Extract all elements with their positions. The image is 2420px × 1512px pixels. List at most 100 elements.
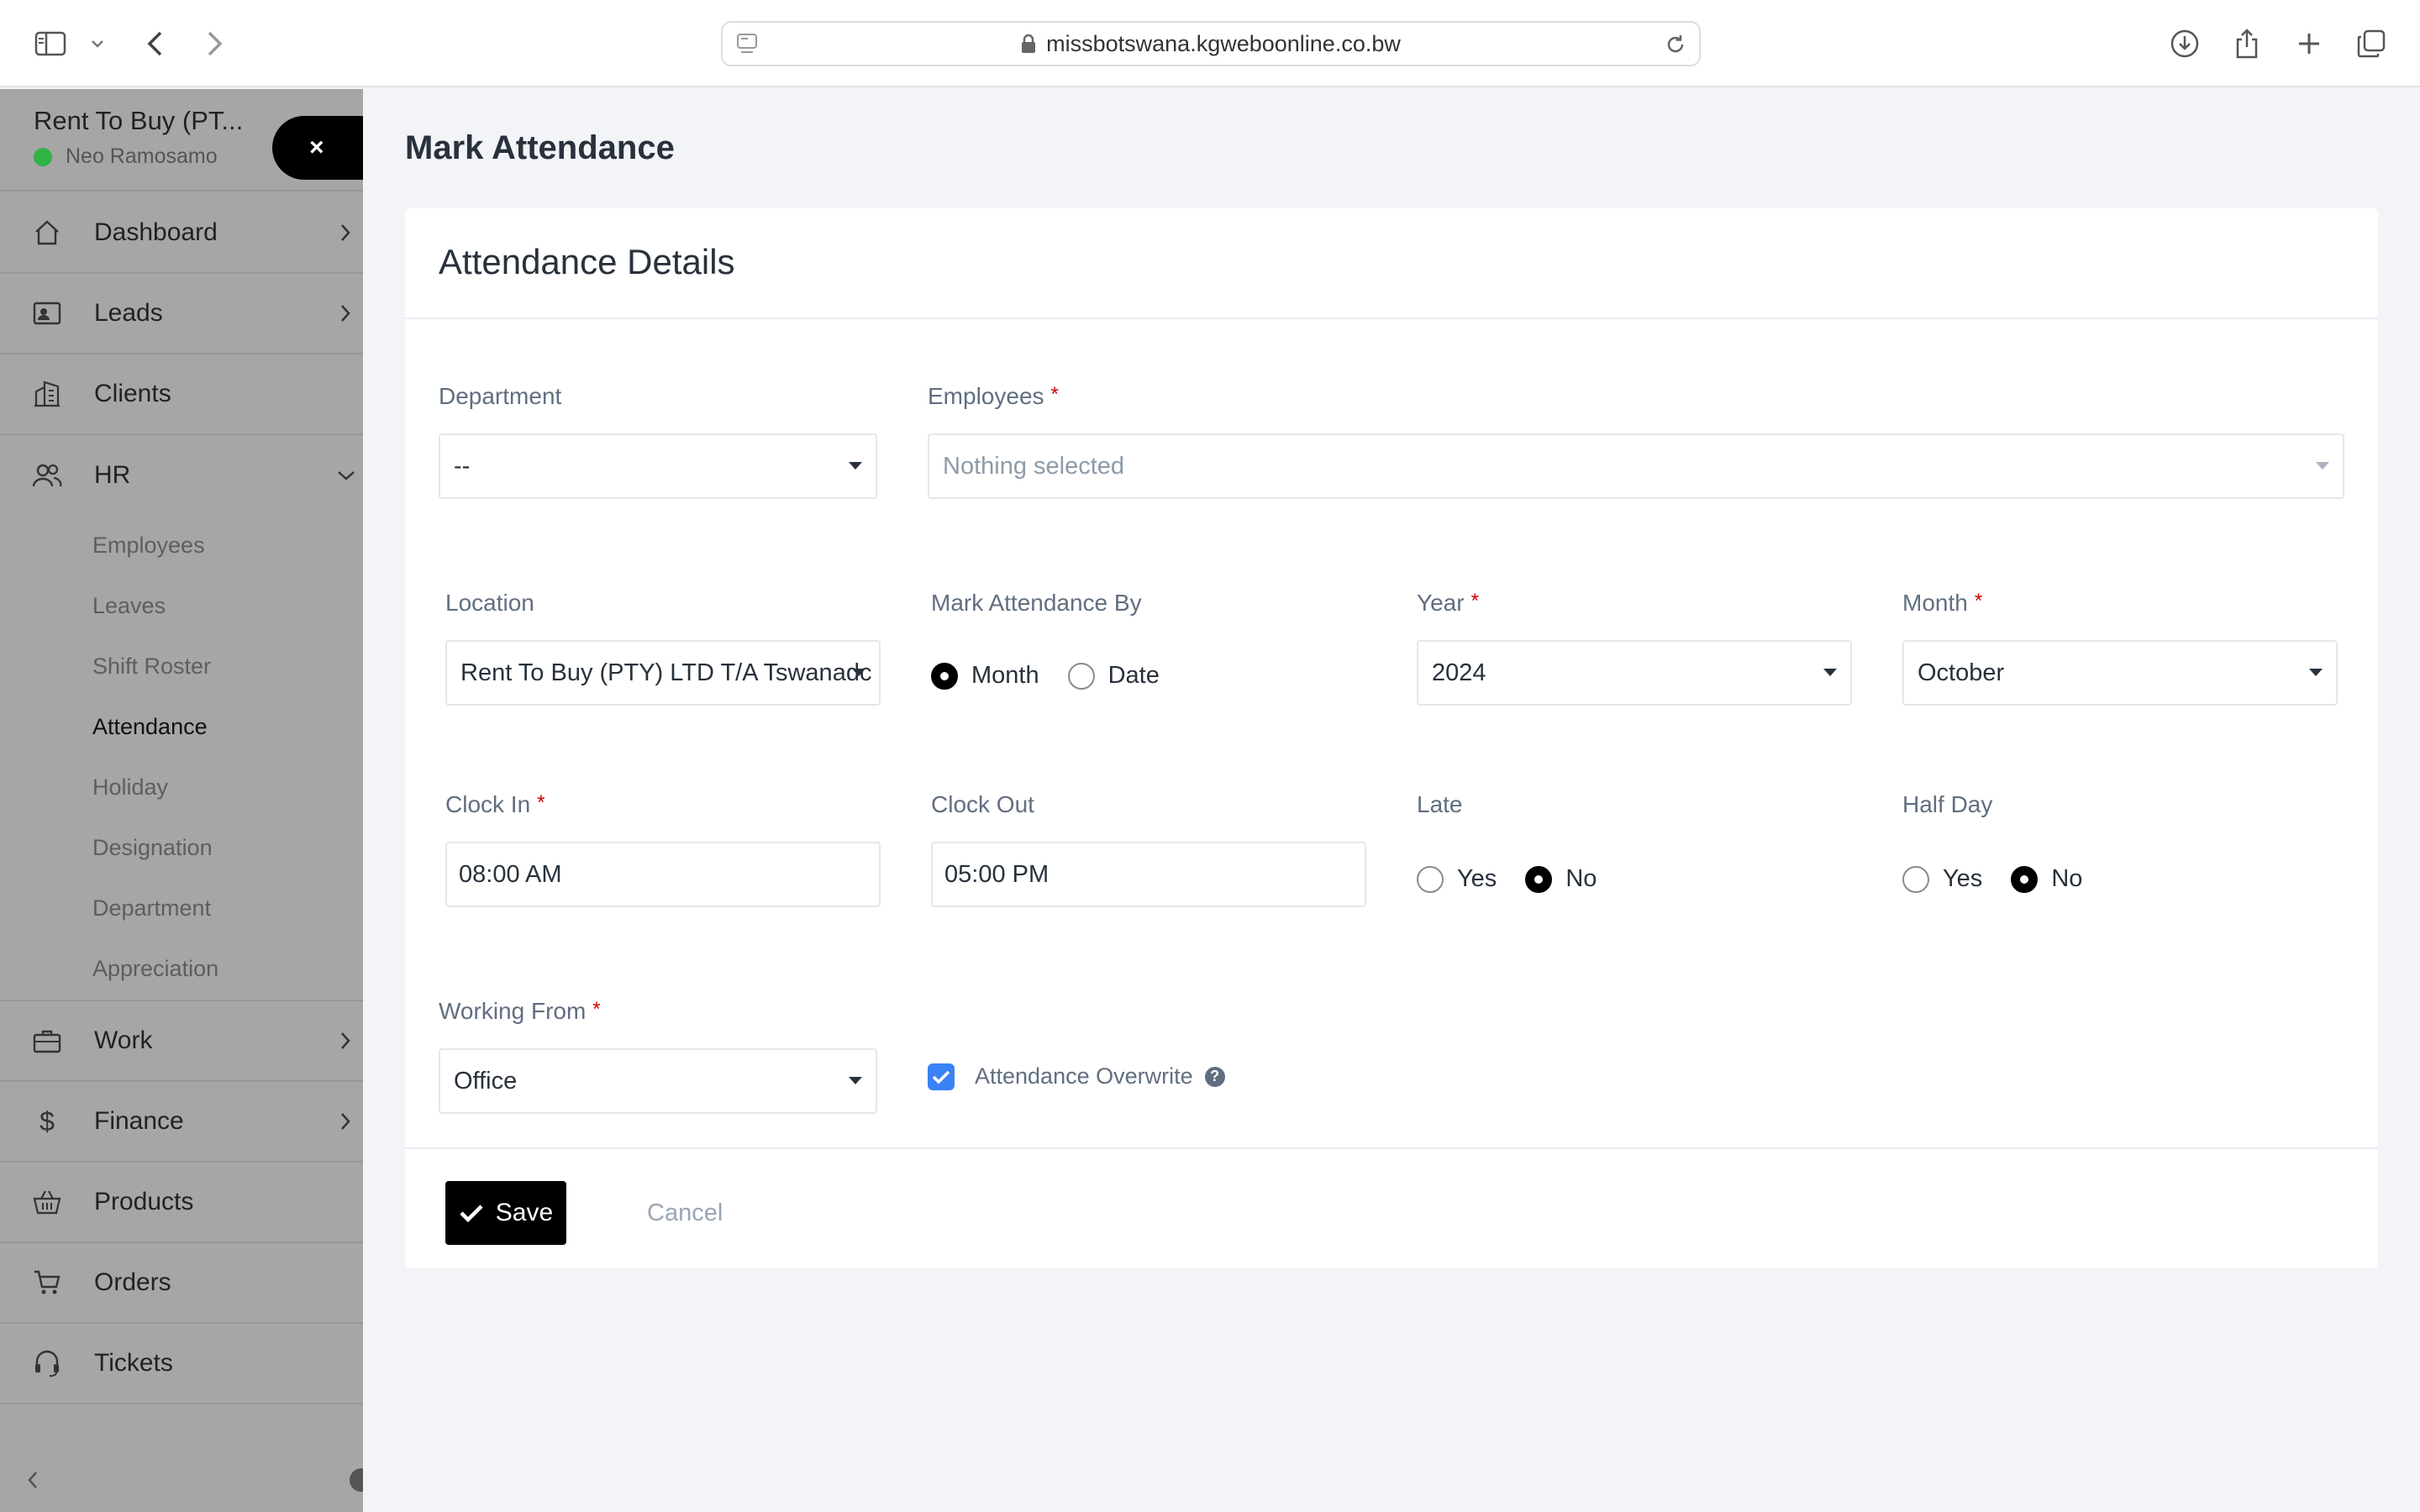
employees-select[interactable]: Nothing selected bbox=[928, 433, 2344, 499]
late-yes-radio[interactable]: Yes bbox=[1417, 865, 1497, 893]
chevron-right-icon bbox=[339, 303, 351, 323]
main-content: Mark Attendance Attendance Details Depar… bbox=[363, 89, 2420, 1512]
chevron-right-icon bbox=[339, 223, 351, 243]
half-day-radios: Yes No bbox=[1902, 865, 2111, 893]
chevron-down-icon[interactable] bbox=[79, 25, 116, 62]
new-tab-icon[interactable] bbox=[2291, 25, 2328, 62]
month-label: Month * bbox=[1902, 590, 1983, 616]
sidebar-item-label: Dashboard bbox=[94, 218, 218, 246]
half-day-yes-radio[interactable]: Yes bbox=[1902, 865, 1982, 893]
basket-icon bbox=[32, 1187, 62, 1217]
reload-icon[interactable] bbox=[1664, 33, 1687, 62]
sidebar-item-tickets[interactable]: Tickets bbox=[0, 1324, 363, 1404]
sidebar-item-label: HR bbox=[94, 461, 131, 489]
caret-down-icon bbox=[1823, 669, 1837, 676]
sidebar-item-clients[interactable]: Clients bbox=[0, 354, 363, 435]
collapse-sidebar-icon[interactable] bbox=[27, 1470, 39, 1490]
location-select[interactable]: Rent To Buy (PTY) LTD T/A Tswanadc bbox=[445, 640, 881, 706]
sidebar-item-label: Leads bbox=[94, 299, 163, 327]
id-card-icon bbox=[32, 298, 62, 328]
sidebar: Rent To Buy (PT... Neo Ramosamo × Dashbo… bbox=[0, 89, 373, 1512]
mark-attendance-by-radios: Month Date bbox=[931, 662, 1188, 690]
card-title: Attendance Details bbox=[439, 242, 735, 281]
forward-icon[interactable] bbox=[197, 25, 234, 62]
employees-label: Employees * bbox=[928, 383, 1059, 409]
sidebar-sub-employees[interactable]: Employees bbox=[92, 533, 205, 559]
headset-icon bbox=[32, 1348, 62, 1378]
share-icon[interactable] bbox=[2228, 25, 2265, 62]
divider bbox=[405, 1147, 2378, 1149]
half-day-label: Half Day bbox=[1902, 791, 1993, 817]
caret-down-icon bbox=[849, 1077, 862, 1084]
cart-icon bbox=[32, 1268, 62, 1298]
mark-by-date-radio[interactable]: Date bbox=[1067, 662, 1160, 690]
sidebar-sub-leaves[interactable]: Leaves bbox=[92, 593, 166, 619]
check-icon bbox=[460, 1205, 483, 1223]
sidebar-item-label: Tickets bbox=[94, 1349, 173, 1377]
sidebar-item-hr[interactable]: HR bbox=[0, 435, 363, 516]
mark-by-month-radio[interactable]: Month bbox=[931, 662, 1039, 690]
attendance-form-card: Attendance Details Department -- Employe… bbox=[405, 208, 2378, 1268]
working-from-label: Working From * bbox=[439, 998, 601, 1024]
page-icon bbox=[736, 33, 758, 62]
sidebar-item-work[interactable]: Work bbox=[0, 1001, 363, 1082]
late-radios: Yes No bbox=[1417, 865, 1625, 893]
dollar-icon: $ bbox=[39, 1105, 55, 1137]
location-label: Location bbox=[445, 590, 534, 616]
close-sidebar-button[interactable]: × bbox=[272, 116, 373, 180]
download-icon[interactable] bbox=[2166, 25, 2203, 62]
sidebar-sub-holiday[interactable]: Holiday bbox=[92, 774, 168, 801]
department-select[interactable]: -- bbox=[439, 433, 877, 499]
caret-down-icon bbox=[852, 669, 865, 676]
house-icon bbox=[32, 218, 62, 248]
month-select[interactable]: October bbox=[1902, 640, 2338, 706]
attendance-overwrite-checkbox[interactable] bbox=[928, 1063, 955, 1090]
sidebar-item-leads[interactable]: Leads bbox=[0, 274, 363, 354]
sidebar-sub-shift-roster[interactable]: Shift Roster bbox=[92, 654, 211, 680]
sidebar-item-label: Work bbox=[94, 1026, 153, 1054]
tabs-icon[interactable] bbox=[2353, 25, 2390, 62]
user-name: Neo Ramosamo bbox=[66, 144, 218, 168]
working-from-select[interactable]: Office bbox=[439, 1048, 877, 1114]
address-bar[interactable]: missbotswana.kgweboonline.co.bw bbox=[721, 21, 1701, 66]
sidebar-item-label: Finance bbox=[94, 1107, 184, 1135]
sidebar-toggle-icon[interactable] bbox=[32, 25, 69, 62]
department-label: Department bbox=[439, 383, 562, 409]
clock-in-label: Clock In * bbox=[445, 791, 545, 817]
sidebar-sub-designation[interactable]: Designation bbox=[92, 835, 213, 861]
sidebar-item-label: Orders bbox=[94, 1268, 171, 1296]
url-text: missbotswana.kgweboonline.co.bw bbox=[1046, 30, 1401, 56]
half-day-no-radio[interactable]: No bbox=[2011, 865, 2082, 893]
year-select[interactable]: 2024 bbox=[1417, 640, 1852, 706]
sidebar-item-dashboard[interactable]: Dashboard bbox=[0, 193, 363, 274]
building-icon bbox=[32, 379, 62, 409]
chevron-down-icon bbox=[336, 470, 356, 481]
caret-down-icon bbox=[2309, 669, 2323, 676]
caret-down-icon bbox=[849, 462, 862, 470]
page-title: Mark Attendance bbox=[405, 129, 675, 166]
caret-down-icon bbox=[2316, 462, 2329, 470]
sidebar-sub-department[interactable]: Department bbox=[92, 895, 211, 921]
late-no-radio[interactable]: No bbox=[1525, 865, 1597, 893]
cancel-button[interactable]: Cancel bbox=[647, 1200, 723, 1227]
clock-out-input[interactable]: 05:00 PM bbox=[931, 842, 1366, 907]
sidebar-sub-attendance[interactable]: Attendance bbox=[92, 714, 208, 740]
sidebar-item-finance[interactable]: $ Finance bbox=[0, 1082, 363, 1163]
sidebar-item-label: Products bbox=[94, 1188, 194, 1215]
clock-out-label: Clock Out bbox=[931, 791, 1034, 817]
sidebar-footer bbox=[0, 1448, 373, 1512]
help-icon[interactable]: ? bbox=[1204, 1066, 1225, 1087]
online-status-icon bbox=[34, 147, 52, 166]
sidebar-item-orders[interactable]: Orders bbox=[0, 1243, 363, 1324]
sidebar-item-products[interactable]: Products bbox=[0, 1163, 363, 1243]
attendance-overwrite-label: Attendance Overwrite ? bbox=[975, 1063, 1225, 1089]
company-name[interactable]: Rent To Buy (PT... bbox=[34, 106, 269, 136]
chevron-right-icon bbox=[339, 1111, 351, 1131]
browser-toolbar: missbotswana.kgweboonline.co.bw bbox=[0, 0, 2420, 87]
mark-attendance-by-label: Mark Attendance By bbox=[931, 590, 1142, 616]
back-icon[interactable] bbox=[136, 25, 173, 62]
save-button[interactable]: Save bbox=[445, 1181, 566, 1245]
clock-in-input[interactable]: 08:00 AM bbox=[445, 842, 881, 907]
briefcase-icon bbox=[32, 1026, 62, 1056]
sidebar-sub-appreciation[interactable]: Appreciation bbox=[92, 956, 218, 982]
